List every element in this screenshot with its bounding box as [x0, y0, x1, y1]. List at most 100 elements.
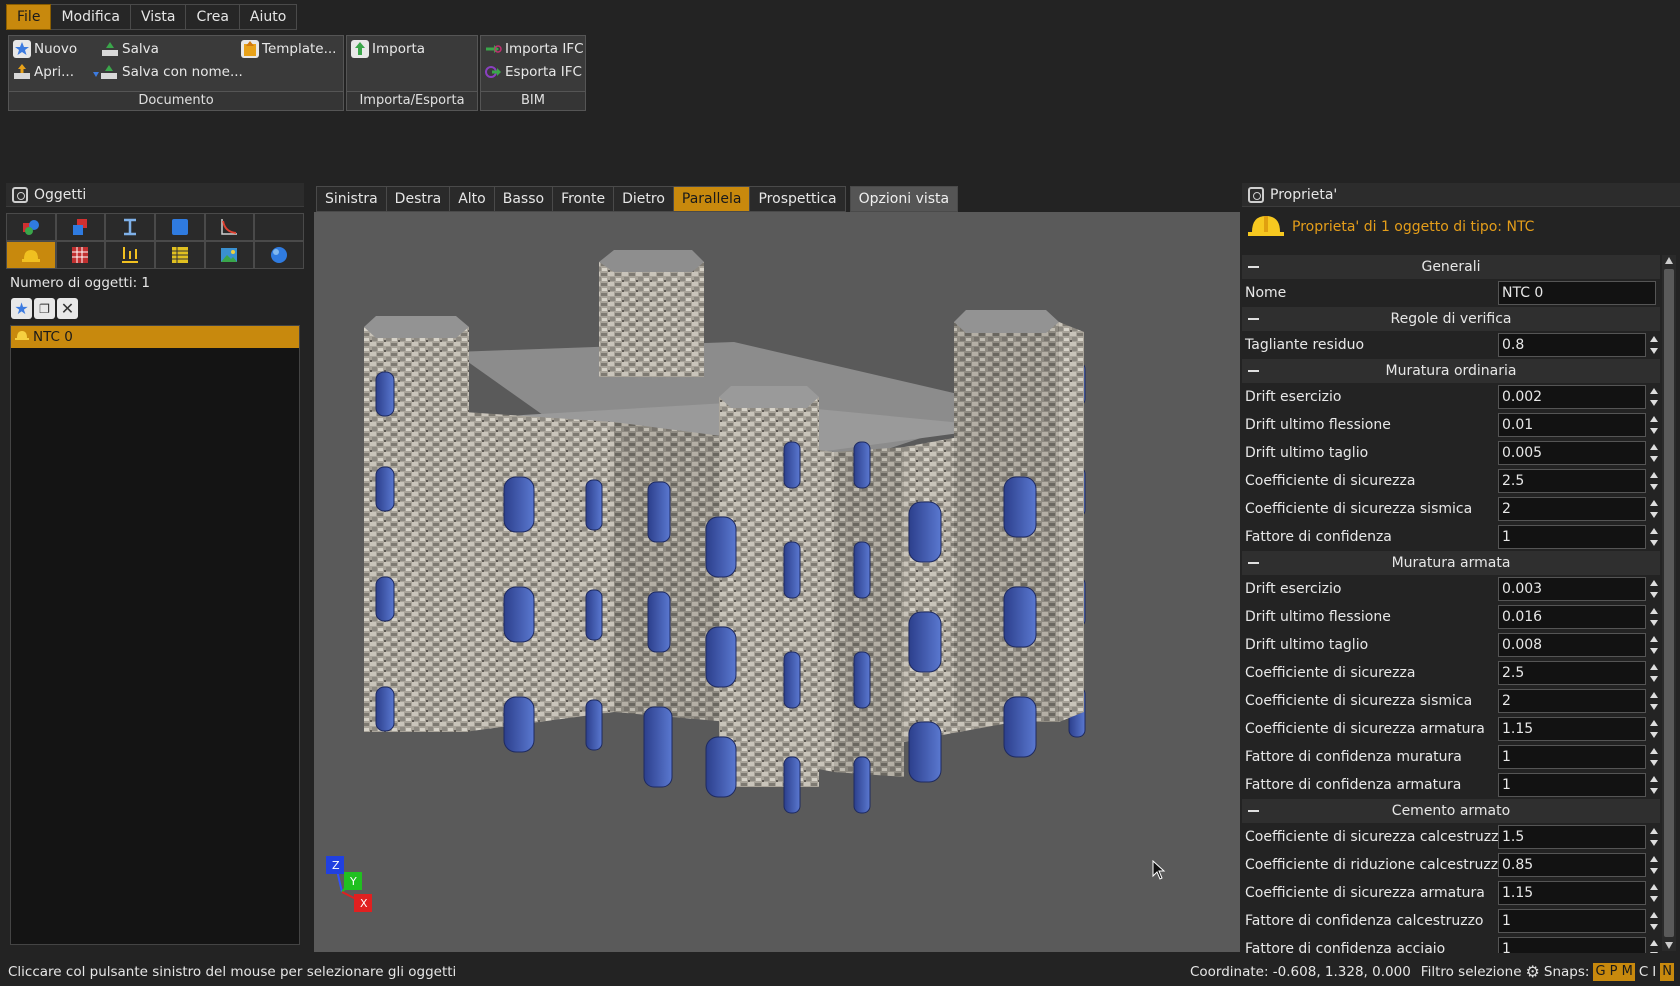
spinner-arrows-icon[interactable] — [1649, 334, 1658, 356]
spinner-arrows-icon[interactable] — [1649, 606, 1658, 628]
tab-sinistra[interactable]: Sinistra — [316, 186, 387, 212]
scroll-up-icon[interactable] — [1665, 257, 1673, 264]
importa-ifc-button[interactable]: Importa IFC — [484, 38, 584, 60]
property-value-field[interactable]: NTC 0 — [1498, 281, 1656, 305]
menu-aiuto[interactable]: Aiuto — [239, 4, 298, 30]
collapse-icon[interactable] — [1248, 266, 1259, 268]
filter-curves-button[interactable] — [204, 213, 255, 241]
list-item[interactable]: NTC 0 — [11, 326, 299, 348]
property-value-field[interactable]: 0.005 — [1498, 441, 1646, 465]
snap-c-toggle[interactable]: C — [1639, 964, 1648, 980]
tab-prospettica[interactable]: Prospettica — [750, 186, 846, 212]
spinner-arrows-icon[interactable] — [1649, 526, 1658, 548]
property-value-field[interactable]: 2 — [1498, 497, 1646, 521]
salva-button[interactable]: Salva — [101, 38, 159, 60]
spinner-arrows-icon[interactable] — [1649, 414, 1658, 436]
property-value-field[interactable]: 0.002 — [1498, 385, 1646, 409]
property-value-field[interactable]: 1 — [1498, 773, 1646, 797]
property-value-field[interactable]: 1 — [1498, 909, 1646, 933]
menu-crea[interactable]: Crea — [186, 4, 240, 30]
filter-shapes-button[interactable] — [6, 213, 56, 241]
property-value-field[interactable]: 2 — [1498, 689, 1646, 713]
filter-loads-button[interactable] — [105, 241, 155, 269]
property-value-field[interactable]: 0.01 — [1498, 413, 1646, 437]
property-value-field[interactable]: 1.5 — [1498, 825, 1646, 849]
tab-basso[interactable]: Basso — [494, 186, 554, 212]
nuovo-button[interactable]: Nuovo — [13, 38, 77, 60]
property-value-field[interactable]: 0.003 — [1498, 577, 1646, 601]
property-value-field[interactable]: 1 — [1498, 937, 1646, 953]
spinner-arrows-icon[interactable] — [1649, 578, 1658, 600]
filter-empty-button[interactable] — [254, 213, 304, 241]
gear-icon[interactable]: ⚙ — [1526, 962, 1540, 981]
property-value-field[interactable]: 0.008 — [1498, 633, 1646, 657]
spinner-arrows-icon[interactable] — [1649, 910, 1658, 932]
3d-viewport[interactable]: Z Y X — [314, 212, 1240, 952]
duplicate-object-button[interactable]: ❐ — [34, 298, 55, 319]
filter-solids-button[interactable] — [55, 213, 106, 241]
tab-alto[interactable]: Alto — [450, 186, 495, 212]
salva-con-nome-button[interactable]: Salva con nome... — [91, 61, 243, 83]
property-value-field[interactable]: 0.85 — [1498, 853, 1646, 877]
spinner-arrows-icon[interactable] — [1649, 746, 1658, 768]
property-section[interactable]: Cemento armato — [1242, 799, 1660, 823]
ribbon-group-importa-esporta: Importa Importa/Esporta — [346, 35, 478, 111]
tab-destra[interactable]: Destra — [386, 186, 451, 212]
property-section[interactable]: Muratura ordinaria — [1242, 359, 1660, 383]
spinner-arrows-icon[interactable] — [1649, 854, 1658, 876]
spinner-arrows-icon[interactable] — [1649, 690, 1658, 712]
importa-button[interactable]: Importa — [351, 38, 425, 60]
scroll-thumb[interactable] — [1664, 269, 1674, 937]
view-options-button[interactable]: Opzioni vista — [849, 186, 959, 212]
collapse-icon[interactable] — [1248, 370, 1259, 372]
spinner-arrows-icon[interactable] — [1649, 718, 1658, 740]
snap-i-toggle[interactable]: I — [1652, 964, 1656, 980]
filter-tables-button[interactable] — [55, 241, 106, 269]
property-value-field[interactable]: 1.15 — [1498, 881, 1646, 905]
property-section[interactable]: Regole di verifica — [1242, 307, 1660, 331]
spinner-arrows-icon[interactable] — [1649, 774, 1658, 796]
property-value-field[interactable]: 1 — [1498, 745, 1646, 769]
apri-button[interactable]: Apri... — [13, 61, 74, 83]
collapse-icon[interactable] — [1248, 318, 1259, 320]
property-section[interactable]: Generali — [1242, 255, 1660, 279]
add-object-button[interactable]: ★ — [11, 298, 32, 319]
property-value-field[interactable]: 2.5 — [1498, 661, 1646, 685]
tab-fronte[interactable]: Fronte — [553, 186, 615, 212]
spinner-arrows-icon[interactable] — [1649, 470, 1658, 492]
filter-lists-button[interactable] — [155, 241, 205, 269]
filter-sections-button[interactable] — [105, 213, 155, 241]
filter-sphere-button[interactable] — [254, 241, 304, 269]
property-value-field[interactable]: 0.016 — [1498, 605, 1646, 629]
spinner-arrows-icon[interactable] — [1649, 634, 1658, 656]
property-value-field[interactable]: 1 — [1498, 525, 1646, 549]
spinner-arrows-icon[interactable] — [1649, 662, 1658, 684]
property-section[interactable]: Muratura armata — [1242, 551, 1660, 575]
collapse-icon[interactable] — [1248, 562, 1259, 564]
spinner-arrows-icon[interactable] — [1649, 938, 1658, 953]
tab-parallela[interactable]: Parallela — [673, 186, 751, 212]
spinner-arrows-icon[interactable] — [1649, 386, 1658, 408]
spinner-arrows-icon[interactable] — [1649, 498, 1658, 520]
property-value-field[interactable]: 2.5 — [1498, 469, 1646, 493]
delete-object-button[interactable]: ✕ — [57, 298, 78, 319]
property-value-field[interactable]: 0.8 — [1498, 333, 1646, 357]
spinner-arrows-icon[interactable] — [1649, 442, 1658, 464]
filter-materials-button[interactable] — [155, 213, 205, 241]
collapse-icon[interactable] — [1248, 810, 1259, 812]
snap-n-toggle[interactable]: N — [1660, 962, 1674, 981]
spinner-arrows-icon[interactable] — [1649, 826, 1658, 848]
tab-dietro[interactable]: Dietro — [614, 186, 674, 212]
template-button[interactable]: Template... — [241, 38, 336, 60]
properties-scrollbar[interactable] — [1662, 255, 1676, 951]
menu-vista[interactable]: Vista — [130, 4, 187, 30]
property-value-field[interactable]: 1.15 — [1498, 717, 1646, 741]
filter-images-button[interactable] — [204, 241, 255, 269]
filter-verification-button[interactable] — [6, 241, 56, 269]
menu-file[interactable]: File — [6, 4, 52, 30]
spinner-arrows-icon[interactable] — [1649, 882, 1658, 904]
esporta-ifc-button[interactable]: Esporta IFC — [484, 61, 582, 83]
menu-modifica[interactable]: Modifica — [51, 4, 131, 30]
scroll-down-icon[interactable] — [1665, 942, 1673, 949]
snap-gpm-toggle[interactable]: G P M — [1593, 962, 1635, 981]
